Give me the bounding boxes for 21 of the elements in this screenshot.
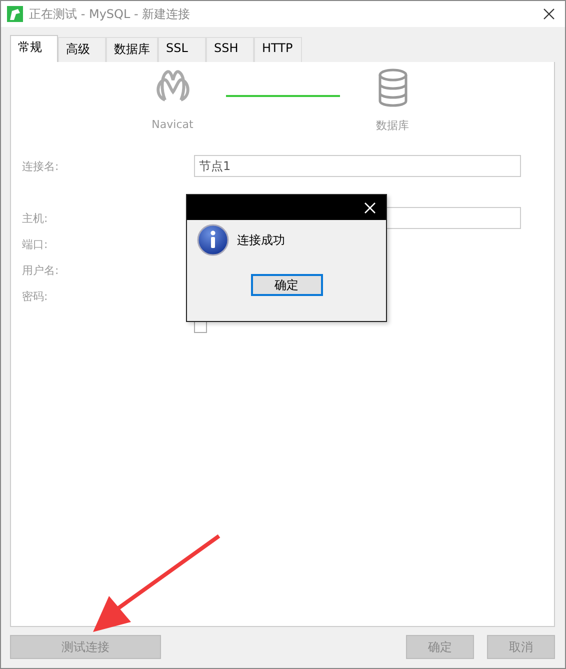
field-label: 连接名: <box>22 158 60 174</box>
app-logo-icon <box>7 6 23 22</box>
field-label: 端口: <box>22 236 49 252</box>
info-icon <box>197 224 229 256</box>
close-icon[interactable] <box>543 8 555 20</box>
tab[interactable]: 常规 <box>10 35 58 62</box>
navicat-label: Navicat <box>152 118 194 131</box>
field-label: 用户名: <box>22 262 60 278</box>
message-text: 连接成功 <box>237 232 285 248</box>
database-label: 数据库 <box>376 118 409 133</box>
field-label: 密码: <box>22 288 49 304</box>
ok-button[interactable]: 确定 <box>250 274 322 296</box>
tab[interactable]: SSH <box>206 37 254 62</box>
tab[interactable]: 高级 <box>58 37 106 62</box>
tab[interactable]: HTTP <box>254 37 302 62</box>
tab[interactable]: 数据库 <box>106 37 158 62</box>
input-field[interactable]: 节点1 <box>194 155 521 177</box>
tab[interactable]: SSL <box>158 37 206 62</box>
database-icon <box>376 68 408 108</box>
field-label: 主机: <box>22 210 49 226</box>
window-title: 正在测试 - MySQL - 新建连接 <box>29 6 190 22</box>
